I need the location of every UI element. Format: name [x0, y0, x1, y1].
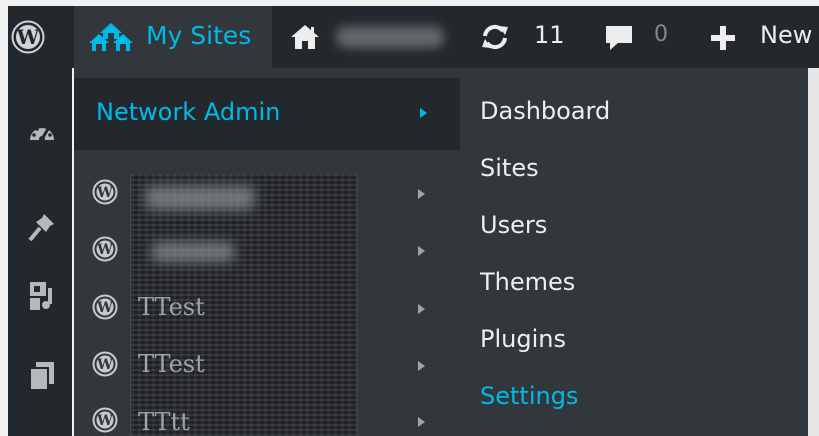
site-name-blurred: [336, 26, 444, 48]
network-houses-icon: [89, 23, 133, 51]
new-content-button[interactable]: New: [700, 6, 819, 68]
submenu-item-themes[interactable]: Themes: [480, 268, 575, 296]
home-icon: [291, 25, 319, 49]
submenu-item-settings[interactable]: Settings: [480, 382, 578, 410]
svg-text:W: W: [96, 357, 113, 373]
my-sites-button[interactable]: My Sites: [74, 6, 272, 68]
site-menu-item[interactable]: W TTest: [74, 289, 460, 329]
svg-text:W: W: [96, 300, 113, 316]
submenu-item-users[interactable]: Users: [480, 211, 547, 239]
svg-text:W: W: [96, 185, 113, 201]
comment-bubble-icon: [606, 26, 632, 50]
refresh-icon: [482, 24, 508, 50]
network-admin-menu-item[interactable]: Network Admin: [74, 78, 460, 150]
updates-count: 11: [534, 21, 565, 49]
dashboard-gauge-icon[interactable]: [28, 120, 56, 146]
submenu-item-plugins[interactable]: Plugins: [480, 325, 566, 353]
admin-sidebar-rail: [8, 68, 72, 436]
wordpress-logo-icon: W: [92, 294, 118, 320]
site-label: TTest: [138, 350, 205, 378]
svg-text:W: W: [96, 242, 113, 258]
comments-button[interactable]: 0: [592, 6, 682, 68]
media-icon[interactable]: [28, 280, 58, 312]
submenu-edge: [808, 68, 819, 436]
wordpress-logo-icon: W: [92, 407, 118, 433]
screenshot-canvas: W My Sites 11 0 New Network Admin W W W …: [0, 0, 819, 436]
site-arrow-icon: [418, 246, 425, 256]
comments-count: 0: [654, 22, 668, 47]
svg-text:W: W: [96, 413, 113, 429]
site-label: TTtt: [138, 408, 190, 436]
site-arrow-icon: [418, 361, 425, 371]
svg-text:W: W: [16, 25, 40, 49]
submenu-item-sites[interactable]: Sites: [480, 154, 539, 182]
network-admin-label: Network Admin: [96, 98, 281, 126]
site-arrow-icon: [418, 417, 425, 427]
wordpress-logo-icon: W: [92, 179, 118, 205]
submenu-item-dashboard[interactable]: Dashboard: [480, 97, 610, 125]
site-arrow-icon: [418, 304, 425, 314]
new-label: New: [760, 21, 813, 49]
plus-icon: [711, 26, 735, 50]
my-sites-label: My Sites: [146, 21, 252, 50]
wordpress-logo-icon: W: [92, 351, 118, 377]
wp-logo-button[interactable]: W: [8, 6, 72, 68]
site-menu-item[interactable]: W TTtt: [74, 402, 460, 436]
site-menu-item[interactable]: W: [74, 231, 460, 271]
site-arrow-icon: [418, 189, 425, 199]
site-label: TTest: [138, 293, 205, 321]
pages-icon[interactable]: [28, 360, 56, 392]
updates-button[interactable]: 11: [470, 6, 580, 68]
wordpress-logo-icon: W: [92, 236, 118, 262]
pushpin-icon[interactable]: [28, 212, 56, 242]
site-name-button[interactable]: [282, 6, 454, 68]
site-menu-item[interactable]: W TTest: [74, 346, 460, 386]
site-menu-item[interactable]: W: [74, 174, 460, 214]
network-admin-arrow-icon: [420, 108, 427, 118]
wordpress-logo-icon: W: [11, 20, 45, 54]
